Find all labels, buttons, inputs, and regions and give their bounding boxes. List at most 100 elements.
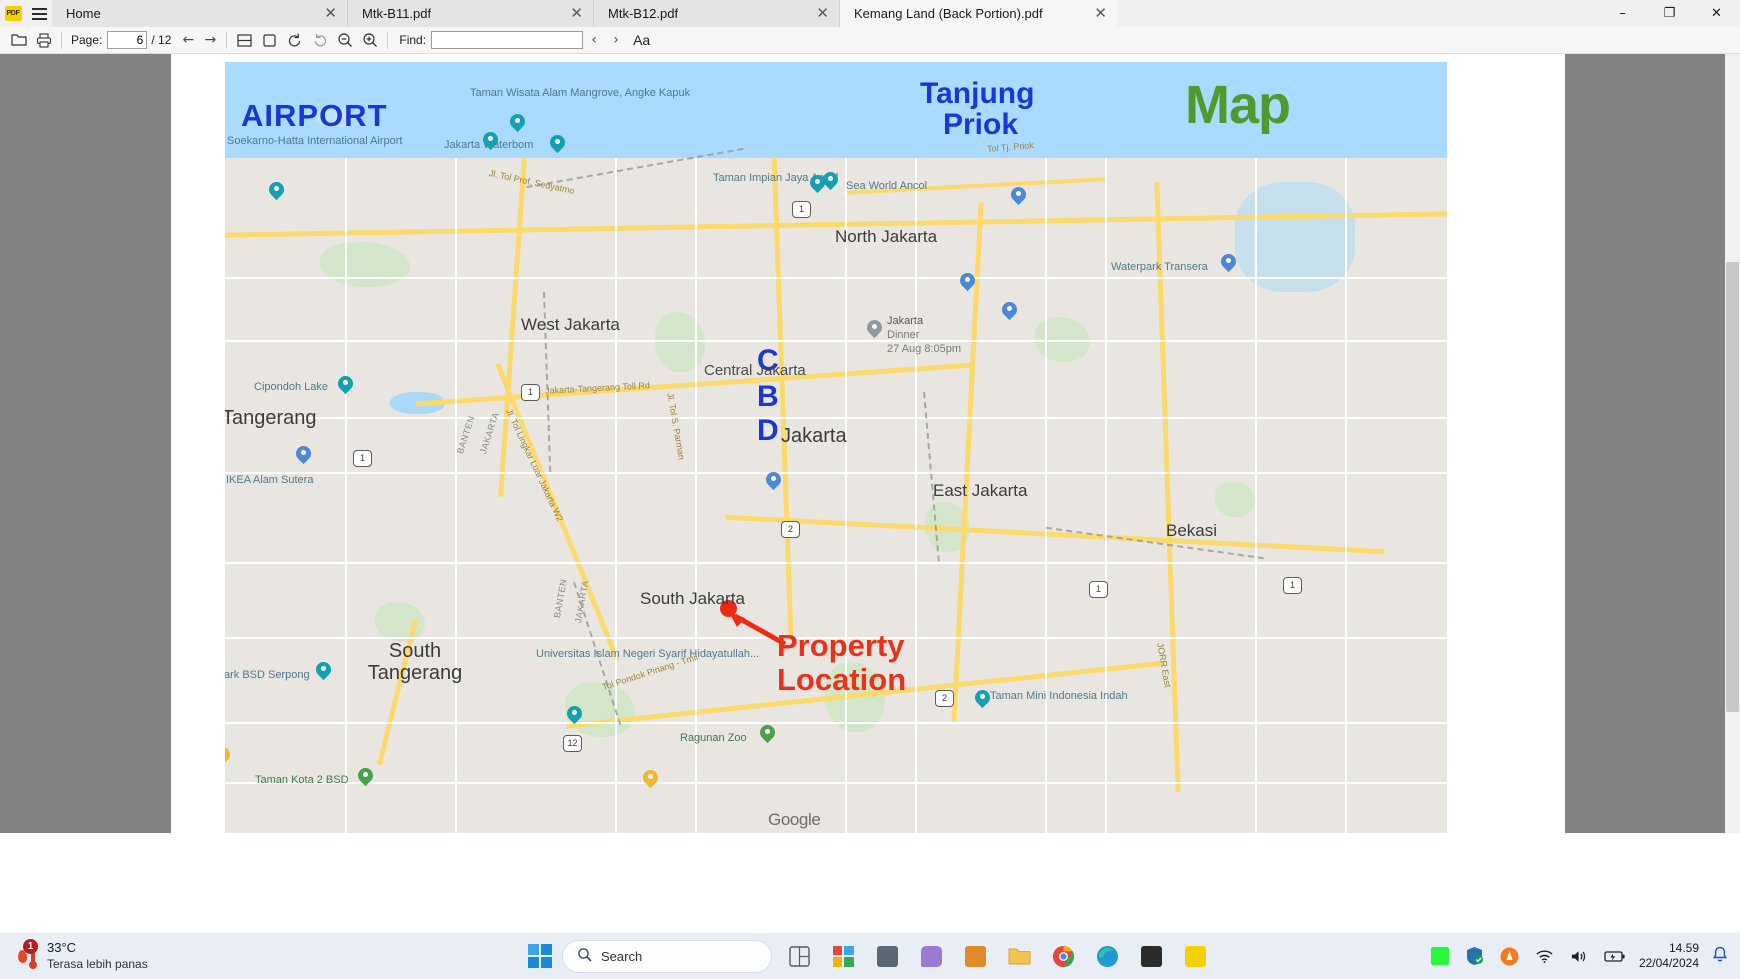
zoom-in-icon[interactable] xyxy=(357,29,382,51)
pdf-toolbar: Page: / 12 ← → Find: ‹ › Aa xyxy=(0,27,1740,54)
poi-pin-taman-mini[interactable] xyxy=(971,686,994,710)
widgets-icon[interactable] xyxy=(782,939,816,973)
poi-pin-sea-world[interactable] xyxy=(819,168,842,192)
text-size-button[interactable]: Aa xyxy=(633,32,650,48)
route-shield: 1 xyxy=(521,384,540,401)
poi-pin-uin[interactable] xyxy=(563,702,586,726)
map-pin[interactable] xyxy=(956,269,979,293)
find-input[interactable] xyxy=(431,31,584,49)
tab-home[interactable]: Home ✕ xyxy=(52,0,348,27)
poi-pin-bsd[interactable] xyxy=(312,658,335,682)
poi-pin-waterpark[interactable] xyxy=(1217,250,1240,274)
road xyxy=(915,158,917,833)
city-label-north-jakarta: North Jakarta xyxy=(835,227,938,246)
annotation-cbd-d: D xyxy=(757,414,779,447)
fit-page-icon[interactable] xyxy=(232,29,257,51)
scrollbar-thumb[interactable] xyxy=(1726,262,1739,712)
tab-close-icon[interactable]: ✕ xyxy=(816,6,829,21)
map-pin[interactable] xyxy=(1007,183,1030,207)
poi-pin-ikea[interactable] xyxy=(292,442,315,466)
document-viewport[interactable]: AIRPORT Tanjung Priok Map C B D Property… xyxy=(0,54,1740,833)
system-tray: 14.59 22/04/2024 xyxy=(1429,941,1728,971)
weather-temperature: 33°C xyxy=(47,940,77,956)
task-view-icon[interactable] xyxy=(870,939,904,973)
map-pin[interactable] xyxy=(639,766,662,790)
poi-label-bsd-serpong: ark BSD Serpong xyxy=(225,669,310,681)
find-previous-icon[interactable]: ‹ xyxy=(583,29,605,51)
rotate-clockwise-icon[interactable] xyxy=(307,29,332,51)
microsoft-store-icon[interactable] xyxy=(826,939,860,973)
road xyxy=(225,277,1447,279)
hamburger-menu-icon[interactable] xyxy=(26,0,52,27)
zoom-out-icon[interactable] xyxy=(332,29,357,51)
close-button[interactable]: ✕ xyxy=(1693,0,1740,27)
poi-pin-ragunan[interactable] xyxy=(756,721,779,745)
taskbar-clock[interactable]: 14.59 22/04/2024 xyxy=(1639,941,1699,971)
pdf-reader-icon[interactable] xyxy=(1178,939,1212,973)
water-area xyxy=(1235,182,1355,292)
poi-pin-taman-kota[interactable] xyxy=(354,764,377,788)
poi-pin-mangrove[interactable] xyxy=(506,110,529,134)
open-folder-icon[interactable] xyxy=(6,29,31,51)
road xyxy=(225,340,1447,342)
map-pin[interactable] xyxy=(762,468,785,492)
toolbar-divider xyxy=(226,31,228,49)
chat-icon[interactable] xyxy=(914,939,948,973)
maximize-button[interactable]: ❐ xyxy=(1646,0,1693,27)
tab-kemang-land[interactable]: Kemang Land (Back Portion).pdf ✕ xyxy=(840,0,1117,27)
tab-strip: Home ✕ Mtk-B11.pdf ✕ Mtk-B12.pdf ✕ Keman… xyxy=(52,0,1599,27)
vertical-scrollbar[interactable] xyxy=(1725,54,1740,833)
weather-icon: 1 xyxy=(17,939,40,971)
find-next-icon[interactable]: › xyxy=(605,29,627,51)
volume-icon[interactable] xyxy=(1569,945,1591,967)
city-label-west-jakarta: West Jakarta xyxy=(521,315,620,334)
microsoft-edge-icon[interactable] xyxy=(1090,939,1124,973)
battery-icon[interactable] xyxy=(1604,945,1626,967)
road xyxy=(1105,158,1107,833)
fit-width-icon[interactable] xyxy=(257,29,282,51)
windows-taskbar: 1 33°C Terasa lebih panas Search 14.59 2… xyxy=(0,933,1740,979)
city-label-jakarta: Jakarta xyxy=(781,425,847,447)
road xyxy=(1045,158,1047,833)
tab-mtk-b12[interactable]: Mtk-B12.pdf ✕ xyxy=(594,0,840,27)
map-pin[interactable] xyxy=(998,298,1021,322)
calendar-pin[interactable] xyxy=(863,316,886,340)
poi-pin-cipondoh[interactable] xyxy=(334,372,357,396)
windows-security-icon[interactable] xyxy=(1464,945,1486,967)
poi-pin-waterbom[interactable] xyxy=(546,131,569,155)
previous-page-icon[interactable]: ← xyxy=(177,29,199,51)
rotate-counterclockwise-icon[interactable] xyxy=(282,29,307,51)
tab-mtk-b11[interactable]: Mtk-B11.pdf ✕ xyxy=(348,0,594,27)
tab-label: Kemang Land (Back Portion).pdf xyxy=(854,6,1043,21)
road xyxy=(225,722,1447,724)
file-explorer-icon[interactable] xyxy=(1002,939,1036,973)
avast-icon[interactable] xyxy=(1499,945,1521,967)
printer-icon[interactable] xyxy=(31,29,56,51)
pdf-app-icon: PDF xyxy=(0,0,26,27)
tab-close-icon[interactable]: ✕ xyxy=(324,6,337,21)
map-pin[interactable] xyxy=(479,128,502,152)
green-app-icon[interactable] xyxy=(1429,945,1451,967)
search-input[interactable]: Search xyxy=(562,939,772,973)
taskbar-center-group: Search xyxy=(528,939,1212,973)
store-apps-icon[interactable] xyxy=(958,939,992,973)
weather-widget[interactable]: 1 33°C Terasa lebih panas xyxy=(17,939,148,971)
window-controls: – ❐ ✕ xyxy=(1599,0,1740,27)
map-pin[interactable] xyxy=(225,743,234,767)
poi-pin-airport[interactable] xyxy=(265,178,288,202)
snipping-tool-icon[interactable] xyxy=(1134,939,1168,973)
tab-close-icon[interactable]: ✕ xyxy=(570,6,583,21)
windows-start-icon[interactable] xyxy=(528,944,552,968)
notification-bell-icon[interactable] xyxy=(1712,946,1728,967)
road xyxy=(615,158,617,833)
next-page-icon[interactable]: → xyxy=(199,29,221,51)
annotation-airport: AIRPORT xyxy=(241,98,388,133)
wifi-icon[interactable] xyxy=(1534,945,1556,967)
green-area xyxy=(1215,482,1255,517)
google-chrome-icon[interactable] xyxy=(1046,939,1080,973)
page-number-input[interactable] xyxy=(107,31,148,49)
tab-close-icon[interactable]: ✕ xyxy=(1094,6,1107,21)
city-label-south-tangerang: South Tangerang xyxy=(367,640,463,684)
calendar-pin-title: Jakarta xyxy=(887,315,924,327)
minimize-button[interactable]: – xyxy=(1599,0,1646,27)
